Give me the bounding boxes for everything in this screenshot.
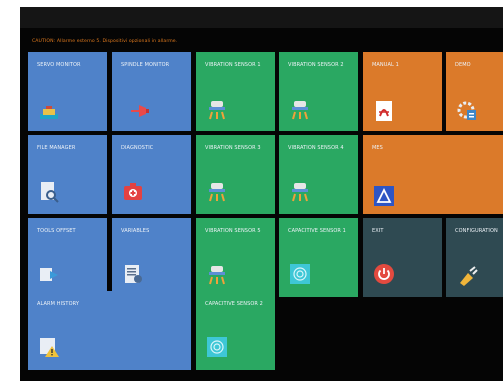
tile-variables[interactable]: VARIABLES [112,218,191,297]
tile-vibration-sensor-5[interactable]: VIBRATION SENSOR 5 [196,218,275,297]
capacitive-sensor-icon [289,263,311,285]
tile-vibration-sensor-2[interactable]: VIBRATION SENSOR 2 [279,52,358,131]
tile-label: MES [372,145,383,151]
top-bar [20,7,503,28]
tile-label: FILE MANAGER [37,145,76,151]
tile-mes[interactable]: MES [363,135,503,214]
servo-icon [38,100,60,122]
alarm-banner: CAUTION: Allarme esterno 5. Dispositivi … [32,39,178,44]
vibration-sensor-icon [289,181,311,203]
tile-tools-offset[interactable]: TOOLS OFFSET [28,218,107,297]
tile-label: SPINDLE MONITOR [121,62,170,68]
tile-manual-1[interactable]: MANUAL 1 [363,52,442,131]
first-aid-icon [122,180,144,202]
tile-label: DIAGNOSTIC [121,145,154,151]
tile-vibration-sensor-4[interactable]: VIBRATION SENSOR 4 [279,135,358,214]
vibration-sensor-icon [206,264,228,286]
power-icon [373,263,395,285]
tile-vibration-sensor-1[interactable]: VIBRATION SENSOR 1 [196,52,275,131]
tile-label: CAPACITIVE SENSOR 2 [205,301,263,307]
tile-alarm-history[interactable]: ALARM HISTORY [28,291,191,370]
spindle-icon [130,100,152,122]
tile-servo-monitor[interactable]: SERVO MONITOR [28,52,107,131]
tile-label: CAPACITIVE SENSOR 1 [288,228,346,234]
tile-capacitive-sensor-2[interactable]: CAPACITIVE SENSOR 2 [196,291,275,370]
tile-label: DEMO [455,62,471,68]
tile-label: ALARM HISTORY [37,301,80,307]
tile-configuration[interactable]: CONFIGURATION [446,218,503,297]
hmi-screen: CAUTION: Allarme esterno 5. Dispositivi … [20,7,503,381]
tile-capacitive-sensor-1[interactable]: CAPACITIVE SENSOR 1 [279,218,358,297]
tile-exit[interactable]: EXIT [363,218,442,297]
gear-document-icon [456,100,478,122]
tile-label: CONFIGURATION [455,228,498,234]
tile-label: VIBRATION SENSOR 4 [288,145,344,151]
tile-label: VARIABLES [121,228,150,234]
variables-icon [122,263,144,285]
tile-label: VIBRATION SENSOR 5 [205,228,261,234]
tile-file-manager[interactable]: FILE MANAGER [28,135,107,214]
vibration-sensor-icon [289,99,311,121]
tile-label: VIBRATION SENSOR 1 [205,62,261,68]
vibration-sensor-icon [206,181,228,203]
tile-label: MANUAL 1 [372,62,399,68]
file-search-icon [38,181,60,203]
tile-diagnostic[interactable]: DIAGNOSTIC [112,135,191,214]
tile-vibration-sensor-3[interactable]: VIBRATION SENSOR 3 [196,135,275,214]
tile-demo[interactable]: DEMO [446,52,503,131]
plug-icon [456,265,478,287]
tile-label: VIBRATION SENSOR 2 [288,62,344,68]
tile-spindle-monitor[interactable]: SPINDLE MONITOR [112,52,191,131]
mes-triangle-icon [373,185,395,207]
capacitive-sensor-icon [206,336,228,358]
alarm-history-icon [38,336,60,358]
tools-offset-icon [38,263,60,285]
tile-label: TOOLS OFFSET [37,228,76,234]
tile-label: VIBRATION SENSOR 3 [205,145,261,151]
tile-label: SERVO MONITOR [37,62,81,68]
tile-label: EXIT [372,228,384,234]
vibration-sensor-icon [206,99,228,121]
pdf-icon [373,100,395,122]
